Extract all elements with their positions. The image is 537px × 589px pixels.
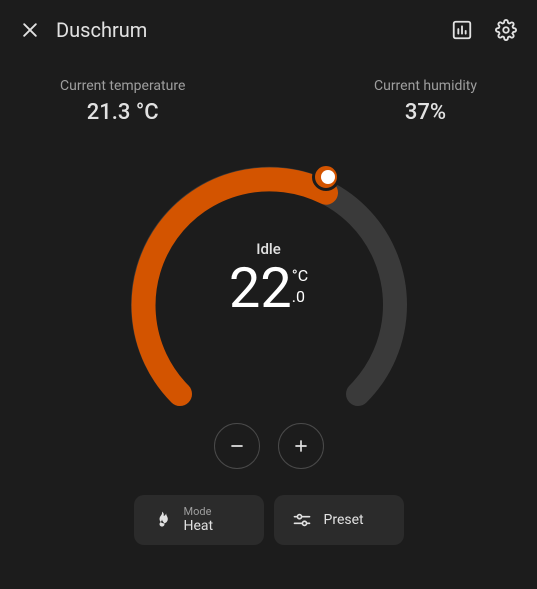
chart-icon [451,19,473,41]
close-button[interactable] [20,20,40,40]
mode-label: Mode [184,505,214,518]
current-temperature-value: 21.3 °C [60,100,185,125]
close-icon [20,20,40,40]
target-temperature: 22 °C .0 [119,260,419,316]
tune-icon [292,510,312,530]
current-humidity: Current humidity 37% [374,78,477,125]
mode-value: Heat [184,518,214,535]
target-temp-main: 22 [229,260,292,316]
current-humidity-label: Current humidity [374,78,477,94]
target-temp-unit: °C [292,266,308,287]
history-button[interactable] [451,19,473,41]
mode-button[interactable]: Mode Heat [134,495,264,545]
preset-label: Preset [324,512,364,529]
gear-icon [495,19,517,41]
flame-icon [152,510,172,530]
page-title: Duschrum [56,18,435,42]
settings-button[interactable] [495,19,517,41]
thermostat-dial[interactable]: Idle 22 °C .0 [119,155,419,455]
current-temperature: Current temperature 21.3 °C [60,78,185,125]
dial-handle[interactable] [312,163,340,191]
target-temp-decimal: .0 [292,287,305,308]
current-humidity-value: 37% [374,100,477,125]
preset-button[interactable]: Preset [274,495,404,545]
current-temperature-label: Current temperature [60,78,185,94]
